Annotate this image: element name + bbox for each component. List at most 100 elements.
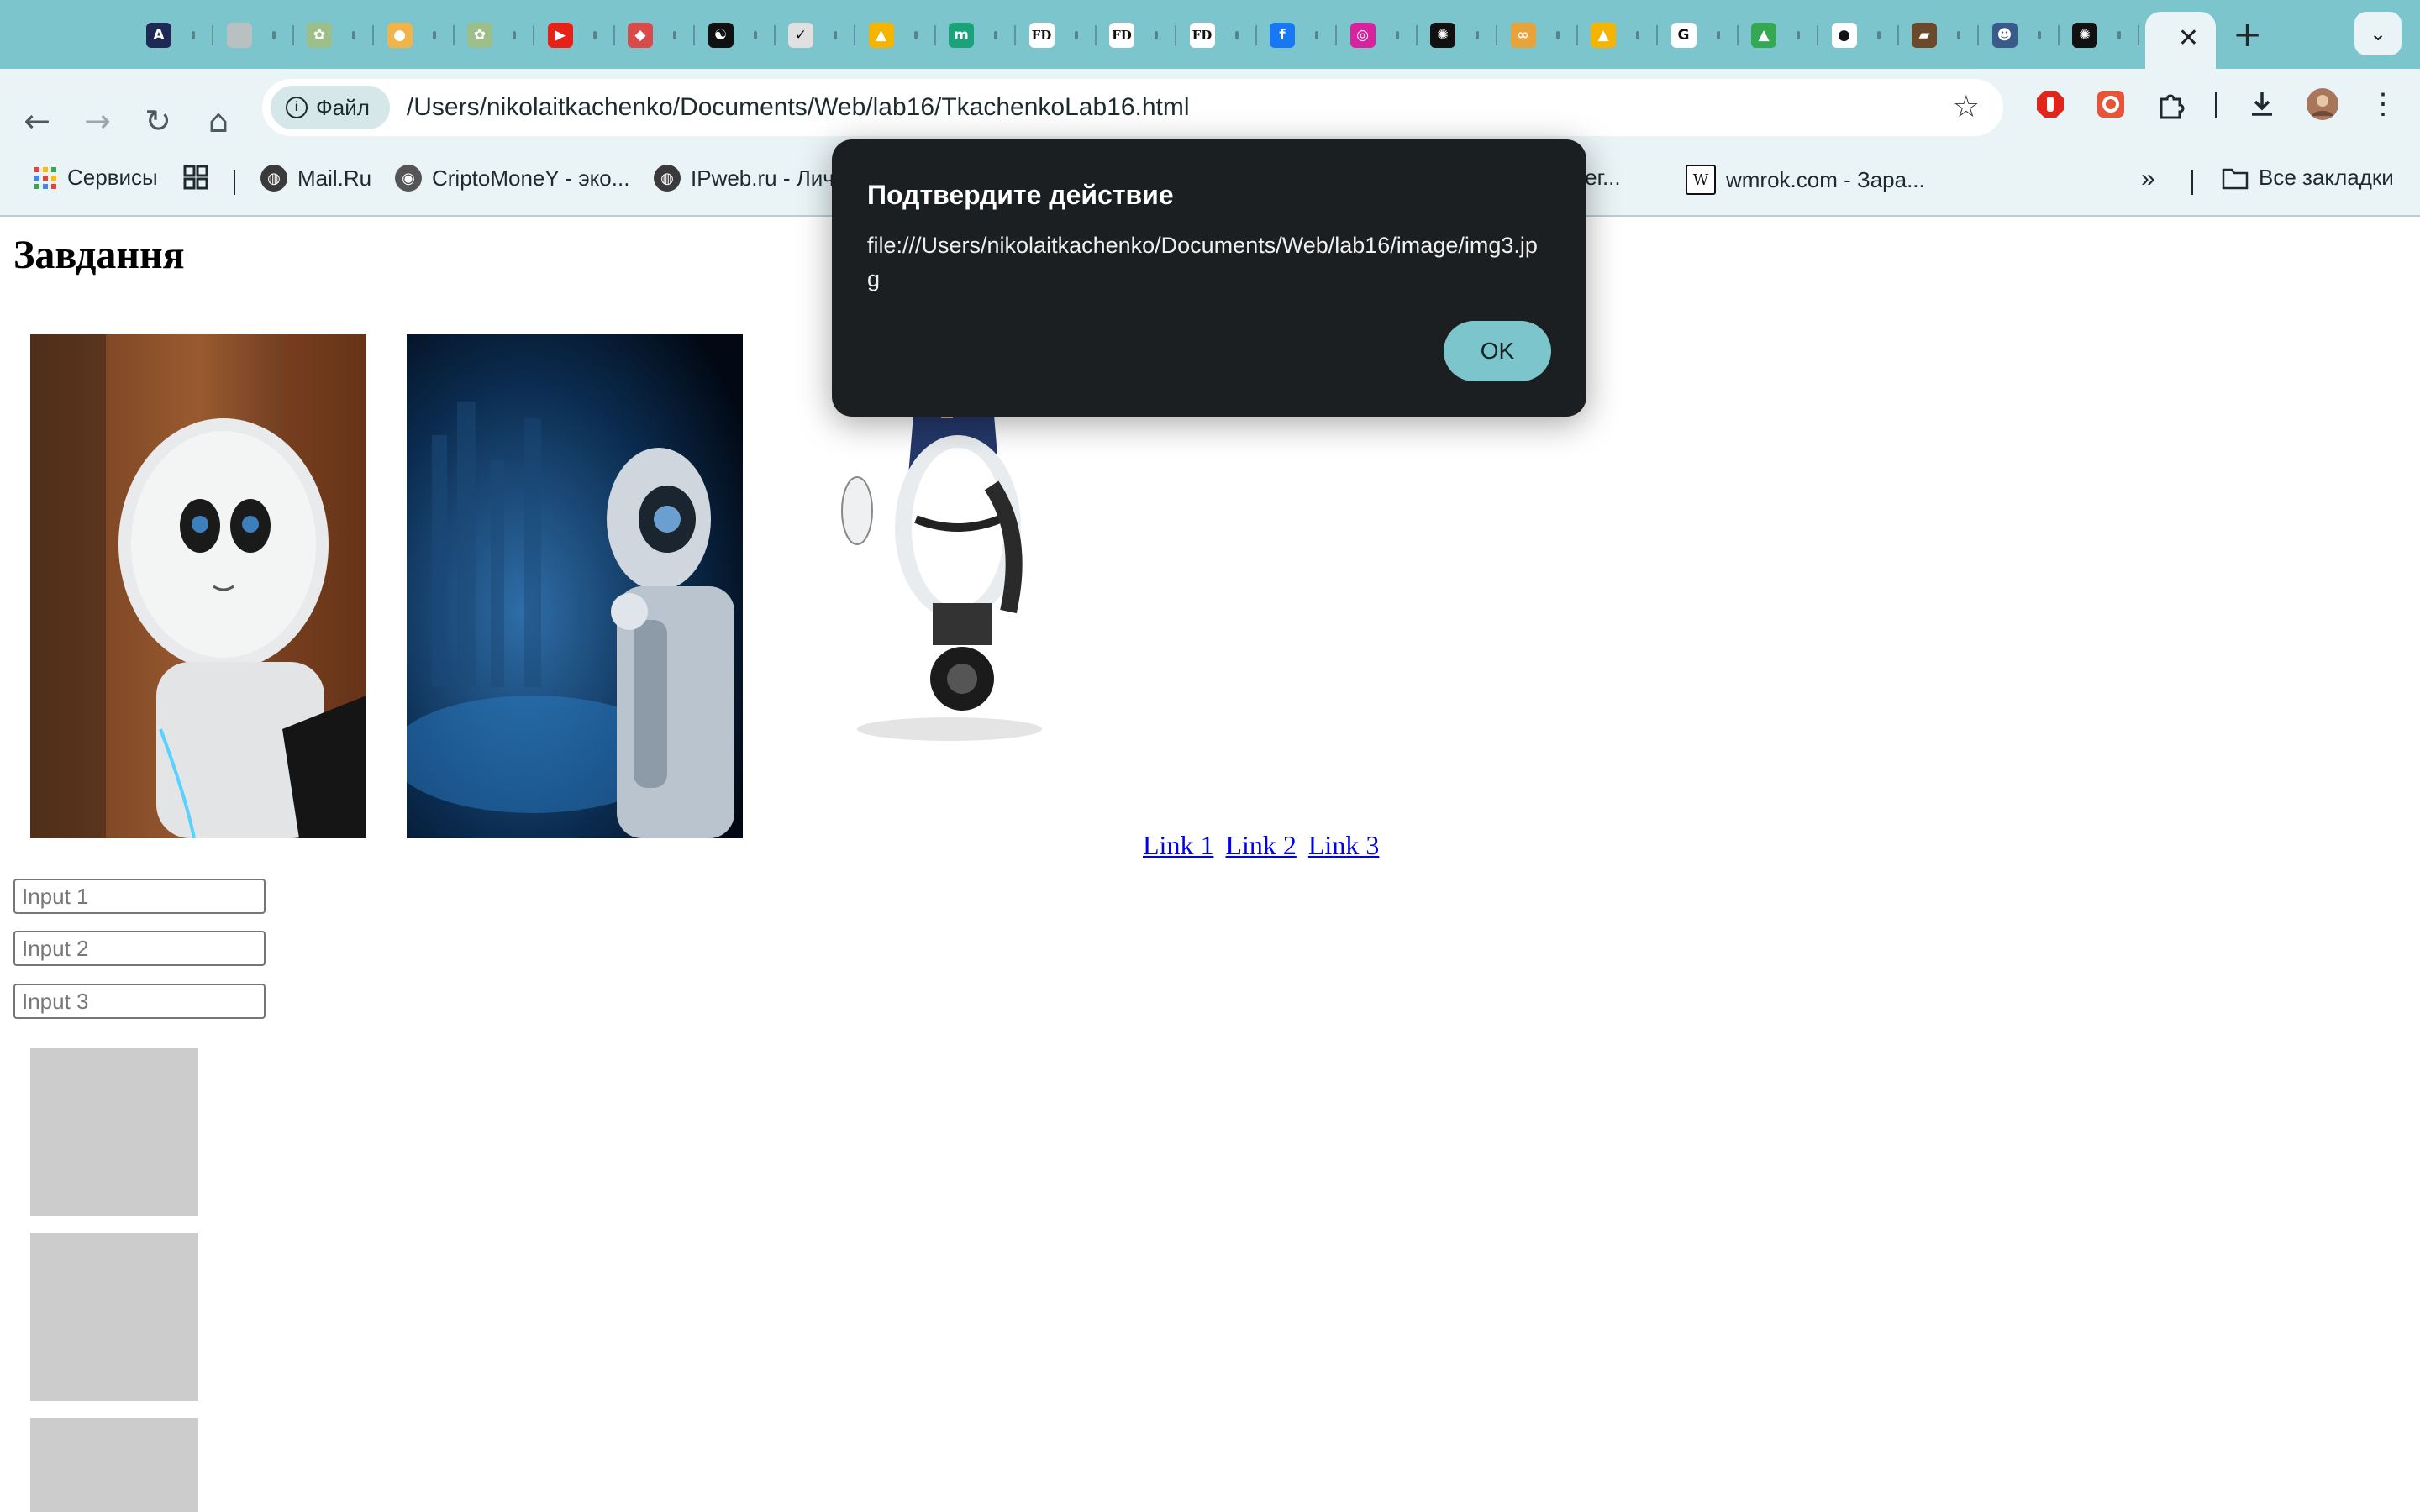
site-info-chip[interactable]: i Файл bbox=[271, 86, 390, 129]
active-tab[interactable]: ✕ bbox=[2145, 12, 2216, 69]
browser-tab[interactable]: ▲ bbox=[1739, 15, 1818, 55]
folder-icon bbox=[2222, 168, 2249, 189]
tab-separator bbox=[934, 25, 936, 45]
browser-tab[interactable]: ▶ bbox=[536, 15, 615, 55]
link-2[interactable]: Link 2 bbox=[1225, 830, 1296, 860]
browser-tab[interactable]: ✓ bbox=[776, 15, 855, 55]
arrow-left-icon: ← bbox=[24, 102, 50, 139]
browser-tab[interactable]: FD bbox=[1178, 15, 1257, 55]
record-extension-icon[interactable] bbox=[2092, 86, 2129, 123]
link-3[interactable]: Link 3 bbox=[1308, 830, 1379, 860]
instagram-icon: ◎ bbox=[1349, 23, 1376, 48]
browser-tab[interactable]: ▰ bbox=[1900, 15, 1979, 55]
tab-title-fragment bbox=[1395, 31, 1399, 39]
bookmark-item[interactable]: ◉ CriptoMoneY - эко... bbox=[395, 165, 629, 192]
w-icon: W bbox=[1686, 165, 1716, 195]
page-heading: Завдання bbox=[13, 233, 185, 277]
browser-tab[interactable] bbox=[215, 15, 294, 55]
ok-button[interactable]: OK bbox=[1444, 321, 1551, 381]
link-1[interactable]: Link 1 bbox=[1143, 830, 1213, 860]
browser-tab[interactable]: ● bbox=[1820, 15, 1899, 55]
download-icon[interactable] bbox=[2244, 86, 2281, 123]
browser-tab[interactable]: ▲ bbox=[857, 15, 936, 55]
browser-tab[interactable]: ✺ bbox=[1418, 15, 1497, 55]
input-3-field[interactable]: Input 3 bbox=[13, 984, 266, 1019]
close-tab-icon[interactable]: ✕ bbox=[2178, 24, 2199, 53]
browser-tab[interactable]: ▲ bbox=[1579, 15, 1658, 55]
fd-icon: FD bbox=[1189, 23, 1215, 48]
bookmarks-divider bbox=[234, 170, 235, 195]
browser-tab[interactable]: ✺ bbox=[2060, 15, 2139, 55]
tab-title-fragment bbox=[994, 31, 997, 39]
chatgpt-icon: ✺ bbox=[2072, 23, 2097, 48]
facebook-icon: f bbox=[1270, 23, 1295, 48]
url-text[interactable]: /Users/nikolaitkachenko/Documents/Web/la… bbox=[407, 93, 1190, 122]
tab-separator bbox=[1897, 25, 1899, 45]
bookmark-star-icon[interactable]: ☆ bbox=[1953, 89, 1980, 124]
tab-title-fragment bbox=[673, 31, 676, 39]
home-button[interactable]: ⌂ bbox=[188, 91, 249, 151]
browser-tab[interactable]: ✿ bbox=[295, 15, 374, 55]
tab-title-fragment bbox=[1315, 31, 1318, 39]
tab-separator bbox=[1335, 25, 1337, 45]
bookmark-item[interactable]: W wmrok.com - Зара... bbox=[1686, 165, 1925, 195]
browser-tab[interactable]: ✿ bbox=[455, 15, 534, 55]
browser-tab[interactable]: ☯ bbox=[697, 15, 776, 55]
all-bookmarks[interactable]: Все закладки bbox=[2222, 165, 2394, 191]
robot-pepper-image[interactable] bbox=[30, 334, 366, 838]
tab-title-fragment bbox=[1155, 31, 1158, 39]
github-icon: ● bbox=[1831, 23, 1857, 48]
tab-separator bbox=[693, 25, 695, 45]
browser-tab[interactable]: ∞ bbox=[1499, 15, 1578, 55]
flower-icon: ✿ bbox=[307, 23, 332, 48]
back-button[interactable]: ← bbox=[7, 91, 67, 151]
tab-title-fragment bbox=[1876, 31, 1881, 39]
tab-title-fragment bbox=[913, 31, 918, 39]
address-bar[interactable]: i Файл /Users/nikolaitkachenko/Documents… bbox=[262, 79, 2003, 136]
bookmarks-divider bbox=[2191, 170, 2193, 195]
links-row: Link 1 Link 2 Link 3 bbox=[1143, 830, 1384, 861]
m-icon: m bbox=[949, 23, 974, 48]
bookmark-item[interactable]: ◍ IPweb.ru - Лич bbox=[654, 165, 834, 192]
browser-tab[interactable]: m bbox=[937, 15, 1016, 55]
browser-tab[interactable]: ◆ bbox=[616, 15, 695, 55]
tab-search-button[interactable]: ⌄ bbox=[2354, 12, 2402, 55]
chick-icon: ● bbox=[387, 23, 413, 48]
coin-icon: ◉ bbox=[395, 165, 422, 192]
tab-separator bbox=[2057, 25, 2060, 45]
tab-separator bbox=[1175, 25, 1176, 45]
extensions-puzzle-icon[interactable] bbox=[2153, 86, 2190, 123]
browser-tab[interactable]: ● bbox=[376, 15, 455, 55]
reload-button[interactable]: ↻ bbox=[128, 91, 188, 151]
robot-ai-blue-image[interactable] bbox=[407, 334, 743, 838]
more-bookmarks-chevron-icon[interactable]: » bbox=[2141, 165, 2155, 193]
browser-tab[interactable]: f bbox=[1258, 15, 1337, 55]
google-drive-icon: ▲ bbox=[1751, 23, 1776, 48]
confirm-dialog: Подтвердите действие file:///Users/nikol… bbox=[832, 139, 1586, 417]
globe-icon: ◍ bbox=[260, 165, 287, 192]
file-chip-label: Файл bbox=[316, 94, 370, 120]
tab-separator bbox=[2138, 25, 2139, 45]
new-tab-button[interactable]: + bbox=[2233, 13, 2262, 55]
browser-tab[interactable]: A bbox=[134, 15, 213, 55]
bookmark-services[interactable]: Сервисы bbox=[34, 165, 158, 191]
menu-kebab-icon[interactable]: ⋮ bbox=[2365, 86, 2402, 123]
tab-title-fragment bbox=[1636, 31, 1639, 39]
tab-separator bbox=[1977, 25, 1979, 45]
tab-groups-icon[interactable] bbox=[183, 165, 208, 190]
browser-tab[interactable]: FD bbox=[1018, 15, 1097, 55]
tab-title-fragment bbox=[513, 31, 516, 39]
profile-avatar[interactable] bbox=[2304, 86, 2341, 123]
google-drive-icon: ▲ bbox=[1591, 23, 1616, 48]
browser-tab[interactable]: ☻ bbox=[1981, 15, 2060, 55]
bookmark-item[interactable]: ◍ Mail.Ru bbox=[260, 165, 371, 192]
yin-yang-icon: ☯ bbox=[708, 23, 734, 48]
input-1-field[interactable]: Input 1 bbox=[13, 879, 266, 914]
forward-button[interactable]: → bbox=[67, 91, 128, 151]
adblock-extension-icon[interactable] bbox=[2032, 86, 2069, 123]
tab-separator bbox=[1415, 25, 1418, 45]
input-2-field[interactable]: Input 2 bbox=[13, 931, 266, 966]
browser-tab[interactable]: G bbox=[1660, 15, 1739, 55]
browser-tab[interactable]: FD bbox=[1097, 15, 1176, 55]
browser-tab[interactable]: ◎ bbox=[1339, 15, 1418, 55]
